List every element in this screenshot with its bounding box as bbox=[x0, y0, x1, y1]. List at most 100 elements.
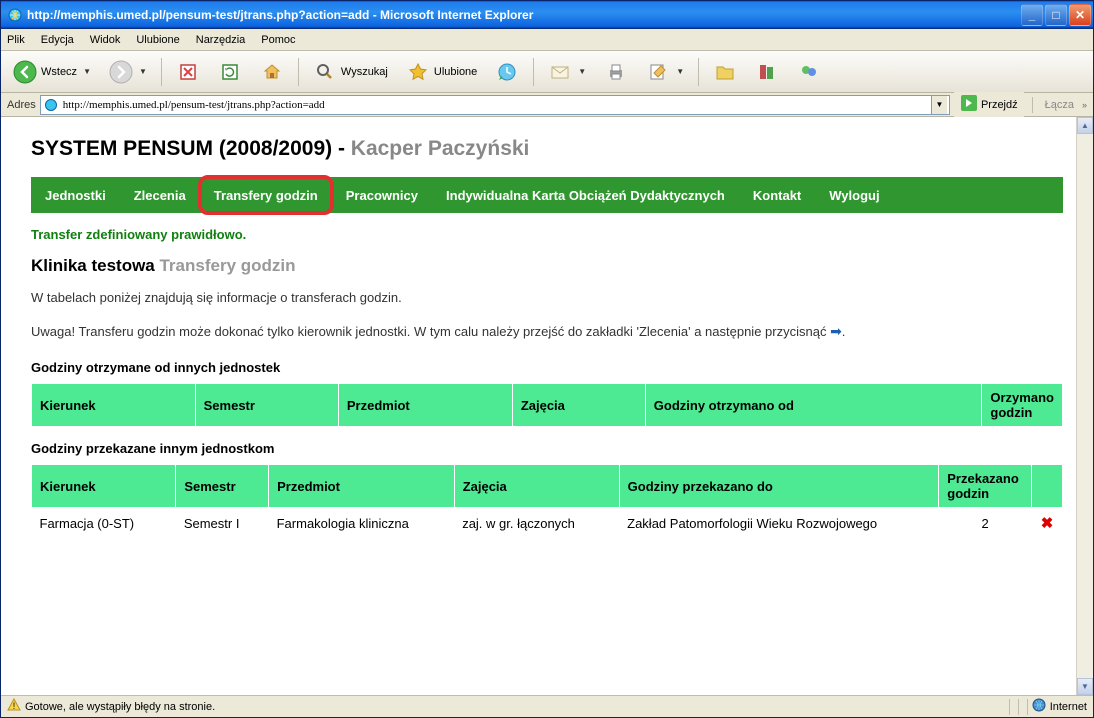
vertical-scrollbar[interactable]: ▲ ▼ bbox=[1076, 117, 1093, 695]
warning-post: . bbox=[842, 324, 846, 339]
section-title-main: Klinika testowa bbox=[31, 256, 159, 275]
cell-zajecia: zaj. w gr. łączonych bbox=[454, 508, 619, 539]
links-label[interactable]: Łącza bbox=[1041, 99, 1078, 111]
addressbar: Adres ▼ Przejdź Łącza » bbox=[1, 93, 1093, 117]
maximize-button[interactable]: □ bbox=[1045, 4, 1067, 26]
status-right-text: Internet bbox=[1050, 701, 1087, 713]
table2-title: Godziny przekazane innym jednostkom bbox=[31, 441, 1063, 456]
cell-godzin: 2 bbox=[939, 508, 1032, 539]
page-title: SYSTEM PENSUM (2008/2009) - Kacper Paczy… bbox=[31, 137, 1063, 161]
stop-icon bbox=[176, 60, 200, 84]
titlebar: http://memphis.umed.pl/pensum-test/jtran… bbox=[1, 1, 1093, 29]
nav-wyloguj[interactable]: Wyloguj bbox=[815, 177, 893, 213]
col-przedmiot: Przedmiot bbox=[269, 465, 455, 508]
warning-text: Uwaga! Transferu godzin może dokonać tyl… bbox=[31, 323, 1063, 340]
chevron-down-icon: ▼ bbox=[139, 67, 147, 76]
col-przekazano-godzin: Przekazano godzin bbox=[939, 465, 1032, 508]
col-przekazano-do: Godziny przekazano do bbox=[619, 465, 939, 508]
menu-plik[interactable]: Plik bbox=[7, 34, 25, 46]
cell-semestr: Semestr I bbox=[176, 508, 269, 539]
forward-icon bbox=[109, 60, 133, 84]
links-chevron-icon[interactable]: » bbox=[1082, 100, 1087, 110]
home-button[interactable] bbox=[254, 56, 290, 88]
nav-transfery-godzin[interactable]: Transfery godzin bbox=[200, 177, 332, 213]
edit-button[interactable]: ▼ bbox=[640, 56, 690, 88]
nav-zlecenia[interactable]: Zlecenia bbox=[120, 177, 200, 213]
favorites-label: Ulubione bbox=[434, 66, 477, 78]
chevron-down-icon: ▼ bbox=[676, 67, 684, 76]
nav-pracownicy[interactable]: Pracownicy bbox=[332, 177, 432, 213]
favorites-button[interactable]: Ulubione bbox=[400, 56, 483, 88]
menu-ulubione[interactable]: Ulubione bbox=[136, 34, 179, 46]
forward-button[interactable]: ▼ bbox=[103, 56, 153, 88]
folder-button[interactable] bbox=[707, 56, 743, 88]
menu-widok[interactable]: Widok bbox=[90, 34, 121, 46]
mail-icon bbox=[548, 60, 572, 84]
messenger-icon bbox=[797, 60, 821, 84]
page-body: SYSTEM PENSUM (2008/2009) - Kacper Paczy… bbox=[1, 117, 1093, 558]
col-semestr: Semestr bbox=[176, 465, 269, 508]
table-header-row: Kierunek Semestr Przedmiot Zajęcia Godzi… bbox=[32, 384, 1063, 427]
stop-button[interactable] bbox=[170, 56, 206, 88]
table-header-row: Kierunek Semestr Przedmiot Zajęcia Godzi… bbox=[32, 465, 1063, 508]
window-title: http://memphis.umed.pl/pensum-test/jtran… bbox=[27, 8, 1021, 22]
received-hours-table: Kierunek Semestr Przedmiot Zajęcia Godzi… bbox=[31, 383, 1063, 427]
search-icon bbox=[313, 60, 337, 84]
cell-przekazano-do: Zakład Patomorfologii Wieku Rozwojowego bbox=[619, 508, 939, 539]
col-przedmiot: Przedmiot bbox=[338, 384, 512, 427]
nav-karta-obciazen[interactable]: Indywidualna Karta Obciążeń Dydaktycznyc… bbox=[432, 177, 739, 213]
star-icon bbox=[406, 60, 430, 84]
print-button[interactable] bbox=[598, 56, 634, 88]
col-zajecia: Zajęcia bbox=[512, 384, 645, 427]
table1-title: Godziny otrzymane od innych jednostek bbox=[31, 360, 1063, 375]
minimize-button[interactable]: _ bbox=[1021, 4, 1043, 26]
address-dropdown-button[interactable]: ▼ bbox=[931, 96, 947, 114]
home-icon bbox=[260, 60, 284, 84]
nav-jednostki[interactable]: Jednostki bbox=[31, 177, 120, 213]
toolbar: Wstecz ▼ ▼ Wyszukaj Ulubione ▼ ▼ bbox=[1, 51, 1093, 93]
nav-menu: Jednostki Zlecenia Transfery godzin Prac… bbox=[31, 177, 1063, 213]
back-button[interactable]: Wstecz ▼ bbox=[7, 56, 97, 88]
refresh-icon bbox=[218, 60, 242, 84]
delete-icon[interactable]: ✖ bbox=[1041, 515, 1054, 532]
status-left-text: Gotowe, ale wystąpiły błędy na stronie. bbox=[25, 701, 215, 713]
section-title: Klinika testowa Transfery godzin bbox=[31, 256, 1063, 276]
scroll-down-icon[interactable]: ▼ bbox=[1077, 678, 1093, 695]
status-message: Transfer zdefiniowany prawidłowo. bbox=[31, 227, 1063, 242]
history-icon bbox=[495, 60, 519, 84]
history-button[interactable] bbox=[489, 56, 525, 88]
address-input-wrap[interactable]: ▼ bbox=[40, 95, 950, 115]
edit-icon bbox=[646, 60, 670, 84]
svg-text:!: ! bbox=[13, 701, 16, 711]
menubar: Plik Edycja Widok Ulubione Narzędzia Pom… bbox=[1, 29, 1093, 51]
menu-edycja[interactable]: Edycja bbox=[41, 34, 74, 46]
col-zajecia: Zajęcia bbox=[454, 465, 619, 508]
nav-kontakt[interactable]: Kontakt bbox=[739, 177, 815, 213]
go-icon bbox=[960, 94, 978, 115]
menu-pomoc[interactable]: Pomoc bbox=[261, 34, 295, 46]
col-semestr: Semestr bbox=[195, 384, 338, 427]
warning-icon: ! bbox=[7, 698, 21, 715]
scroll-up-icon[interactable]: ▲ bbox=[1077, 117, 1093, 134]
research-button[interactable] bbox=[749, 56, 785, 88]
messenger-button[interactable] bbox=[791, 56, 827, 88]
back-label: Wstecz bbox=[41, 66, 77, 78]
refresh-button[interactable] bbox=[212, 56, 248, 88]
search-button[interactable]: Wyszukaj bbox=[307, 56, 394, 88]
search-label: Wyszukaj bbox=[341, 66, 388, 78]
close-button[interactable]: ✕ bbox=[1069, 4, 1091, 26]
folder-icon bbox=[713, 60, 737, 84]
mail-button[interactable]: ▼ bbox=[542, 56, 592, 88]
arrow-right-icon[interactable]: ➡ bbox=[830, 323, 842, 339]
warning-pre: Uwaga! Transferu godzin może dokonać tyl… bbox=[31, 324, 830, 339]
go-button[interactable]: Przejdź bbox=[954, 92, 1024, 117]
page-icon bbox=[43, 97, 59, 113]
menu-narzedzia[interactable]: Narzędzia bbox=[196, 34, 246, 46]
col-kierunek: Kierunek bbox=[32, 465, 176, 508]
address-label: Adres bbox=[7, 99, 36, 111]
content-area: ▲ ▼ SYSTEM PENSUM (2008/2009) - Kacper P… bbox=[1, 117, 1093, 695]
section-title-sub: Transfery godzin bbox=[159, 256, 295, 275]
col-otrzymano-od: Godziny otrzymano od bbox=[645, 384, 982, 427]
statusbar: ! Gotowe, ale wystąpiły błędy na stronie… bbox=[1, 695, 1093, 717]
address-input[interactable] bbox=[63, 99, 931, 111]
